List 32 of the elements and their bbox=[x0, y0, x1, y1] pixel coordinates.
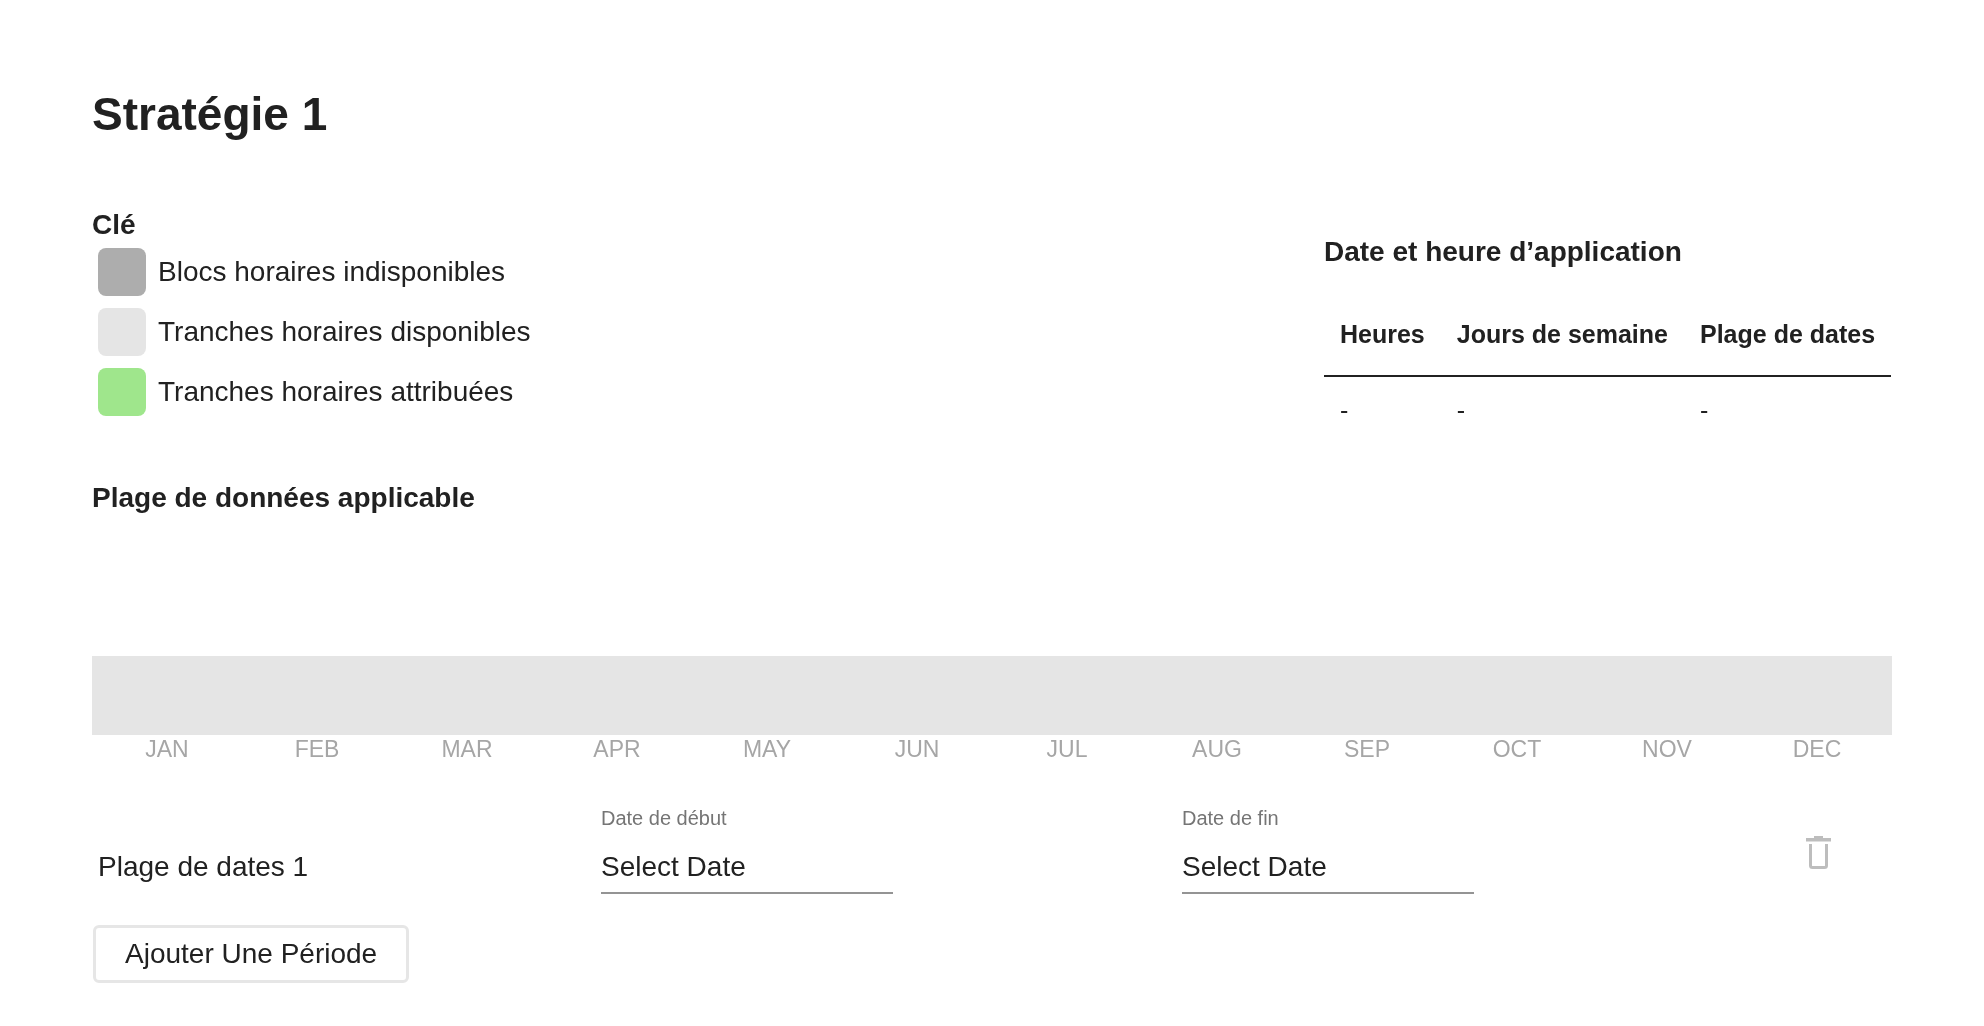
month-label: MAY bbox=[742, 735, 792, 763]
month-label: DEC bbox=[1792, 735, 1842, 763]
field-label: Date de fin bbox=[1182, 806, 1279, 830]
month-label: JAN bbox=[145, 735, 189, 763]
date-field[interactable]: Select Date bbox=[1182, 850, 1474, 894]
legend-title: Clé bbox=[92, 208, 136, 242]
month-label: FEB bbox=[294, 735, 340, 763]
month-label: AUG bbox=[1192, 735, 1242, 763]
month-label: JUN bbox=[894, 735, 940, 763]
month-label: MAR bbox=[441, 735, 493, 763]
month-label: JUL bbox=[1046, 735, 1088, 763]
table-cell: - bbox=[1684, 376, 1892, 425]
field-label: Date de début bbox=[601, 806, 727, 830]
date-field[interactable]: Select Date bbox=[601, 850, 893, 894]
range-label: Plage de dates 1 bbox=[97, 850, 309, 884]
add-period-button[interactable]: Ajouter Une Période bbox=[93, 925, 410, 983]
month-label: APR bbox=[593, 735, 641, 763]
section-title: Plage de données applicable bbox=[92, 481, 475, 515]
month-label: OCT bbox=[1492, 735, 1542, 763]
month-label: SEP bbox=[1344, 735, 1390, 763]
column-header: Jours de semaine bbox=[1440, 303, 1684, 376]
table-cell: - bbox=[1440, 376, 1684, 425]
legend-label: Blocs horaires indisponibles bbox=[158, 255, 506, 289]
page-title: Stratégie 1 bbox=[92, 87, 328, 142]
table-cell: - bbox=[1324, 376, 1441, 425]
trash-icon[interactable] bbox=[1806, 836, 1831, 869]
column-header: Heures bbox=[1324, 303, 1441, 376]
column-header: Plage de dates bbox=[1684, 303, 1892, 376]
month-label: NOV bbox=[1642, 735, 1692, 763]
legend-label: Tranches horaires disponibles bbox=[158, 315, 531, 349]
section-title: Date et heure d’application bbox=[1324, 235, 1682, 269]
legend-label: Tranches horaires attribuées bbox=[158, 375, 514, 409]
